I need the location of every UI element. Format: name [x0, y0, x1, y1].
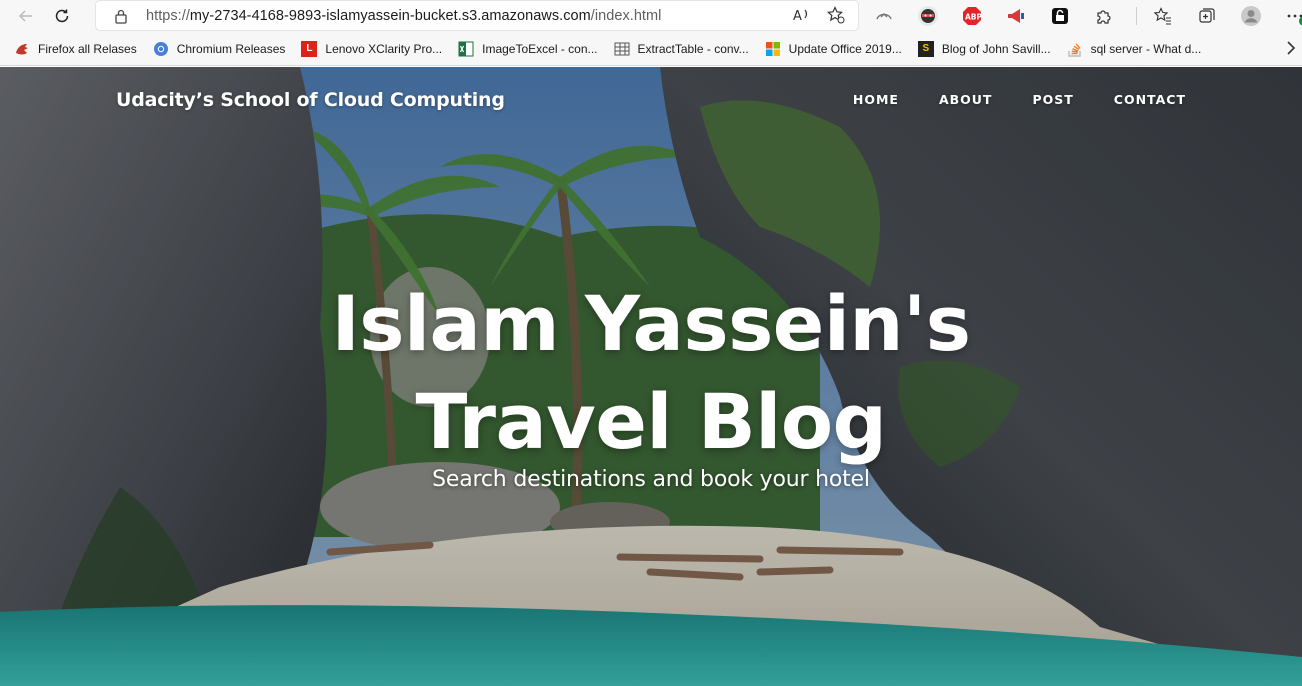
bookmark-update-office[interactable]: Update Office 2019...	[765, 41, 902, 57]
collections-icon[interactable]	[1195, 4, 1219, 28]
lenovo-icon: L	[301, 40, 318, 57]
favorites-icon[interactable]	[1151, 4, 1175, 28]
browser-toolbar: https://my-2734-4168-9893-islamyassein-b…	[0, 0, 1302, 32]
bookmark-extracttable[interactable]: ExtractTable - conv...	[614, 41, 749, 57]
extensions-puzzle-icon[interactable]	[1092, 4, 1116, 28]
firefox-icon	[14, 41, 30, 57]
bookmark-label: sql server - What d...	[1090, 41, 1202, 56]
ninja-extension-icon[interactable]	[916, 4, 940, 28]
stackoverflow-icon	[1067, 41, 1083, 57]
hero-title: Islam Yassein's Travel Blog	[0, 275, 1302, 471]
read-aloud-icon[interactable]: A	[792, 5, 812, 25]
bookmark-firefox[interactable]: Firefox all Relases	[14, 41, 137, 57]
bookmark-label: Chromium Releases	[176, 41, 286, 56]
bookmark-label: Update Office 2019...	[788, 41, 902, 56]
bookmark-john-savill[interactable]: S Blog of John Savill...	[917, 40, 1051, 57]
bookmark-chromium[interactable]: Chromium Releases	[153, 41, 286, 57]
profile-avatar-icon[interactable]	[1239, 4, 1263, 28]
excel-icon	[458, 41, 474, 57]
toolbar-separator	[1136, 7, 1137, 25]
chevron-right-icon[interactable]	[1286, 41, 1296, 58]
savill-icon: S	[917, 40, 934, 57]
address-bar[interactable]: https://my-2734-4168-9893-islamyassein-b…	[96, 1, 858, 30]
hero-title-line-1: Islam Yassein's	[331, 279, 971, 368]
svg-text:ABP: ABP	[965, 13, 982, 22]
bookmark-lenovo[interactable]: L Lenovo XClarity Pro...	[301, 40, 443, 57]
bookmark-imagetoexcel[interactable]: ImageToExcel - con...	[458, 41, 598, 57]
lock-extension-icon[interactable]	[1048, 4, 1072, 28]
site-menu: HOME ABOUT POST CONTACT	[853, 92, 1186, 107]
nav-contact-link[interactable]: CONTACT	[1114, 92, 1186, 107]
bookmark-label: ImageToExcel - con...	[482, 41, 598, 56]
nav-home-link[interactable]: HOME	[853, 92, 899, 107]
bookmark-label: ExtractTable - conv...	[637, 41, 749, 56]
nav-post-link[interactable]: POST	[1032, 92, 1073, 107]
hero-section: Udacity’s School of Cloud Computing HOME…	[0, 67, 1302, 686]
more-options-icon[interactable]	[1283, 4, 1302, 28]
megaphone-icon[interactable]	[1004, 4, 1028, 28]
bookmark-sql-server[interactable]: sql server - What d...	[1067, 41, 1202, 57]
bookmarks-bar: Firefox all Relases Chromium Releases L …	[0, 32, 1302, 66]
url-host: my-2734-4168-9893-islamyassein-bucket.s3…	[189, 7, 591, 24]
url-path: /index.html	[590, 7, 662, 24]
tracking-icon[interactable]	[872, 4, 896, 28]
url-text[interactable]: https://my-2734-4168-9893-islamyassein-b…	[146, 8, 661, 24]
bookmark-label: Lenovo XClarity Pro...	[325, 41, 443, 56]
nav-about-link[interactable]: ABOUT	[939, 92, 993, 107]
extensions-bar: ABP	[872, 4, 1302, 28]
hero-subtitle: Search destinations and book your hotel	[432, 467, 870, 492]
hero-title-line-2: Travel Blog	[415, 377, 887, 466]
site-navbar: Udacity’s School of Cloud Computing HOME…	[0, 67, 1302, 133]
back-arrow-icon[interactable]	[10, 0, 42, 32]
adblock-plus-icon[interactable]: ABP	[960, 4, 984, 28]
url-prefix: https://	[146, 7, 190, 24]
chromium-icon	[153, 41, 169, 57]
favorite-star-add-icon[interactable]	[826, 5, 846, 25]
bookmark-label: Blog of John Savill...	[941, 41, 1051, 56]
reload-icon[interactable]	[46, 0, 78, 32]
microsoft-icon	[765, 41, 781, 57]
site-brand-link[interactable]: Udacity’s School of Cloud Computing	[116, 89, 505, 111]
table-icon	[614, 41, 630, 57]
lock-icon[interactable]	[114, 8, 132, 24]
bookmark-label: Firefox all Relases	[38, 41, 137, 56]
svg-text:A: A	[793, 9, 802, 23]
